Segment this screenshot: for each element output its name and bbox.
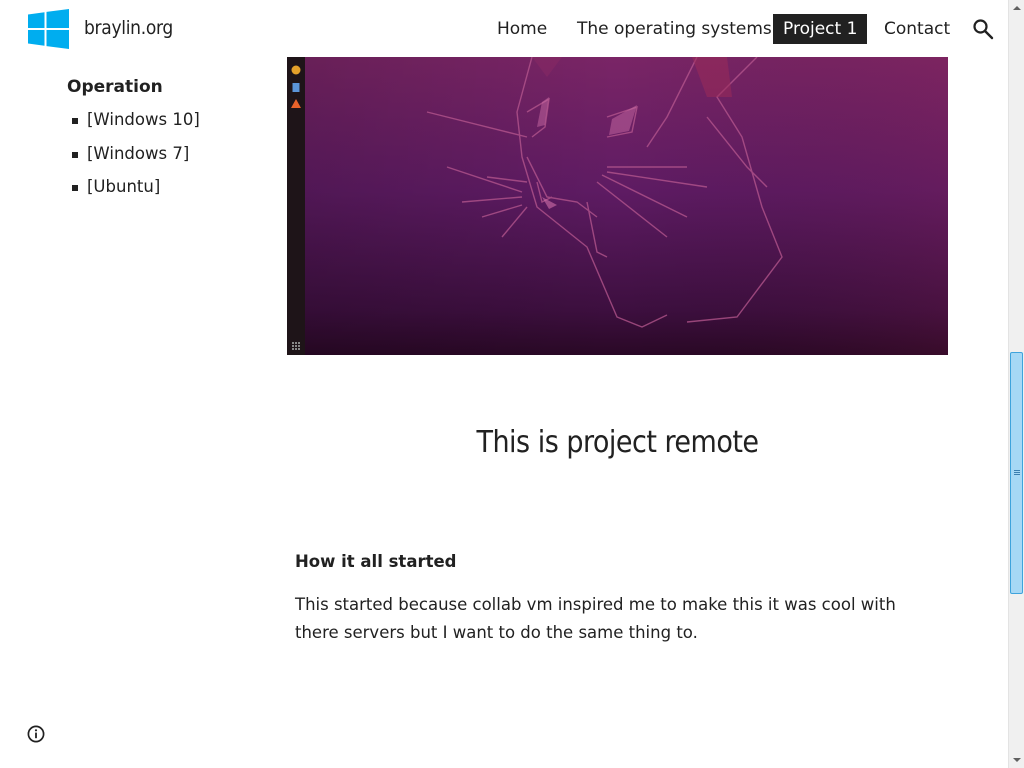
bullet-icon bbox=[72, 185, 78, 191]
section-body: This started because collab vm inspired … bbox=[295, 595, 896, 642]
sidebar-list: [Windows 10] [Windows 7] [Ubuntu] bbox=[70, 110, 200, 211]
bullet-icon bbox=[72, 151, 78, 158]
sidebar-item-label[interactable]: [Windows 10] bbox=[87, 110, 200, 129]
scroll-down-arrow-icon[interactable] bbox=[1009, 752, 1024, 768]
sidebar-item-label[interactable]: [Ubuntu] bbox=[87, 177, 160, 196]
site-header: braylin.org Home The operating systems P… bbox=[0, 0, 1008, 57]
windows-logo-icon[interactable] bbox=[28, 9, 69, 49]
ubuntu-desktop-image bbox=[287, 57, 948, 355]
nav-project-1[interactable]: Project 1 bbox=[773, 14, 868, 44]
scroll-up-arrow-icon[interactable] bbox=[1009, 0, 1024, 16]
sidebar-item-windows-10[interactable]: [Windows 10] bbox=[70, 110, 200, 144]
vertical-scrollbar[interactable] bbox=[1008, 0, 1024, 768]
grip-icon bbox=[1014, 470, 1020, 471]
nav-operating-systems[interactable]: The operating systems bbox=[577, 14, 772, 44]
scrollbar-thumb[interactable] bbox=[1010, 352, 1023, 594]
sidebar-item-windows-7[interactable]: [Windows 7] bbox=[70, 144, 200, 178]
page-title: This is project remote bbox=[476, 425, 759, 460]
site-title[interactable]: braylin.org bbox=[84, 17, 173, 39]
nav-home[interactable]: Home bbox=[497, 14, 547, 44]
section-heading: How it all started bbox=[295, 552, 457, 571]
bullet-icon bbox=[72, 118, 78, 124]
info-icon[interactable] bbox=[27, 725, 45, 743]
nav-contact[interactable]: Contact bbox=[884, 14, 950, 44]
sidebar-item-label[interactable]: [Windows 7] bbox=[87, 144, 189, 163]
search-icon[interactable] bbox=[972, 18, 994, 40]
sidebar-heading: Operation bbox=[67, 77, 163, 97]
sidebar-item-ubuntu[interactable]: [Ubuntu] bbox=[70, 177, 200, 211]
